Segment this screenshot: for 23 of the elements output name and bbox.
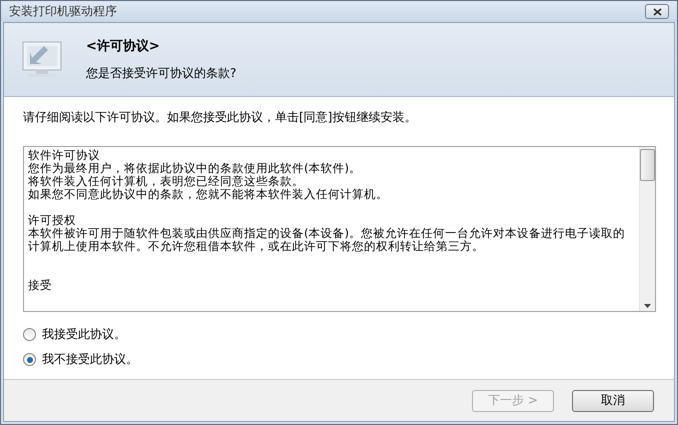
radio-circle[interactable] <box>23 353 36 366</box>
close-icon <box>652 8 662 16</box>
instruction-text: 请仔细阅读以下许可协议。如果您接受此协议，单击[同意]按钮继续安装。 <box>23 109 418 126</box>
scroll-down-icon[interactable] <box>644 304 651 308</box>
license-line: 本软件被许可用于随软件包装或由供应商指定的设备(本设备)。您被允许在任何一台允许对本设备进行电子读取的 <box>28 227 626 240</box>
monitor-arrow-icon <box>20 40 64 80</box>
radio-circle[interactable] <box>23 328 36 341</box>
license-line: 如果您不同意此协议中的条款，您就不能将本软件装入任何计算机。 <box>28 188 389 201</box>
window-title: 安装打印机驱动程序 <box>9 3 117 20</box>
license-line: 许可授权 <box>28 214 77 227</box>
close-button[interactable] <box>645 4 669 19</box>
license-text-area[interactable]: 软件许可协议 您作为最终用户，将依据此协议中的条款使用此软件(本软件)。 将软件装入任何计算机，表明您已经同意这些条款。 如果您不同意此协议中的条款，您就不能将本软件装入任何计算机。 许可授权 本软件被许可用于随软件包装或由供应商指定的设备(本设备)。您被允许在任何一台允许对本设备进行电子读取的 计算机上使用本软件。不允许您租借本软件，或在此许可下将您的权利转让给第三方。 接受 <box>23 146 656 312</box>
license-line: 软件许可协议 <box>28 149 100 162</box>
license-line: 计算机上使用本软件。不允许您租借本软件，或在此许可下将您的权利转让给第三方。 <box>28 240 485 253</box>
page-title: <许可协议> <box>86 38 161 55</box>
license-line: 将软件装入任何计算机，表明您已经同意这些条款。 <box>28 175 305 188</box>
page-subtitle: 您是否接受许可协议的条款? <box>86 65 236 82</box>
license-line: 接受 <box>28 279 53 292</box>
cancel-button[interactable]: 取消 <box>572 390 654 412</box>
scrollbar-thumb[interactable] <box>640 149 655 181</box>
license-line: 您作为最终用户，将依据此协议中的条款使用此软件(本软件)。 <box>28 162 362 175</box>
radio-option[interactable]: 我接受此协议。 <box>23 326 656 343</box>
radio-option[interactable]: 我不接受此协议。 <box>23 351 656 368</box>
